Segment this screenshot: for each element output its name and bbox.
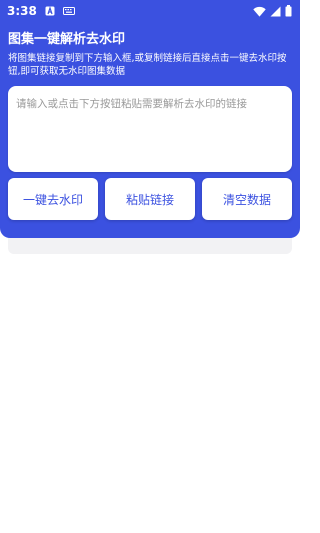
result-area xyxy=(8,238,292,254)
page-description: 将图集链接复制到下方输入框,或复制链接后直接点击一键去水印按钮,即可获取无水印图… xyxy=(8,53,287,77)
paste-link-button[interactable]: 粘贴链接 xyxy=(105,178,195,220)
battery-icon xyxy=(285,5,292,17)
status-notification-icons xyxy=(45,6,75,16)
clear-data-button[interactable]: 清空数据 xyxy=(202,178,292,220)
status-bar: 3:38 xyxy=(0,0,300,22)
cellular-signal-icon xyxy=(270,6,281,16)
a-notification-icon xyxy=(45,6,55,16)
page-title: 图集一键解析去水印 xyxy=(8,32,126,47)
remove-watermark-button[interactable]: 一键去水印 xyxy=(8,178,98,220)
link-input[interactable] xyxy=(8,86,292,172)
keyboard-icon xyxy=(62,7,75,15)
status-system-icons xyxy=(253,5,292,17)
wifi-icon xyxy=(253,6,266,17)
status-time: 3:38 xyxy=(7,4,37,18)
action-button-row: 一键去水印 粘贴链接 清空数据 xyxy=(8,178,292,220)
